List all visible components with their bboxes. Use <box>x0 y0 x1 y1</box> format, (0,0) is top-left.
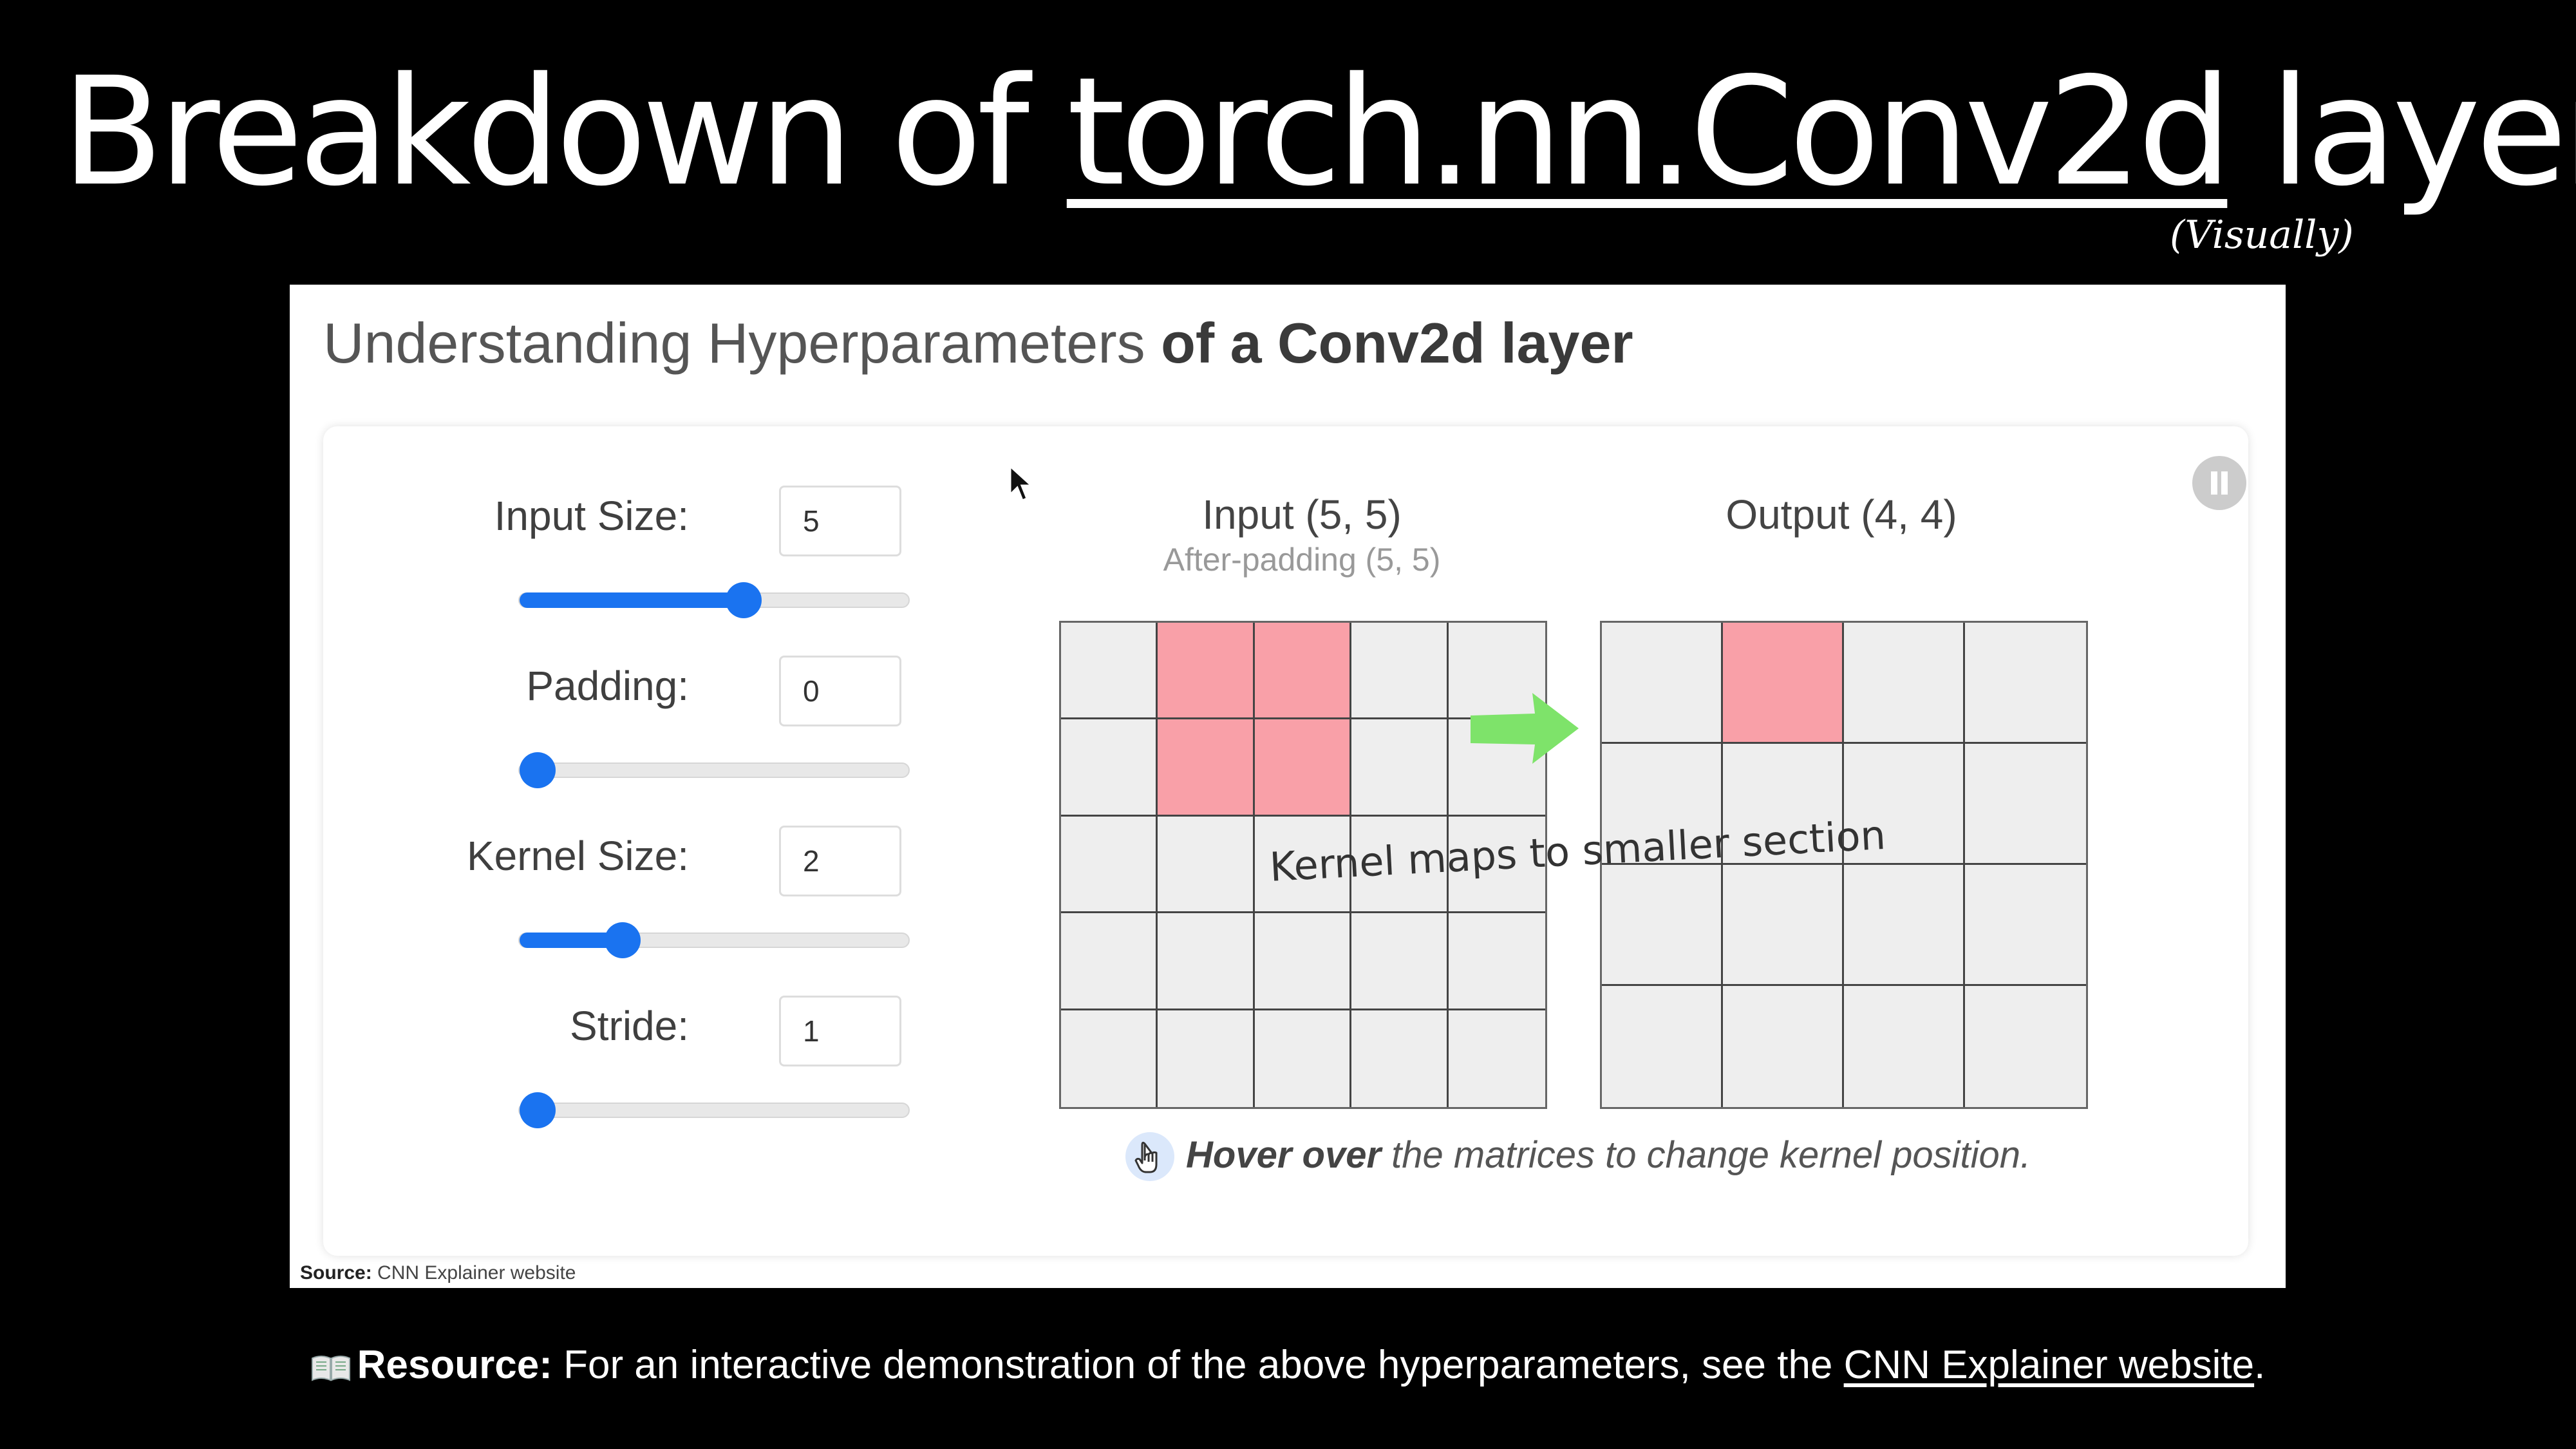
input-matrix-cell[interactable] <box>1158 1010 1255 1107</box>
title-prefix: Breakdown of <box>61 45 1067 219</box>
input-matrix-cell[interactable] <box>1254 913 1352 1010</box>
resource-label: Resource: <box>357 1343 552 1387</box>
mouse-pointer-icon <box>1009 465 1034 502</box>
padding-slider-thumb[interactable] <box>520 752 556 788</box>
input-matrix-cell[interactable] <box>1061 913 1158 1010</box>
input-matrix-cell[interactable] <box>1158 816 1255 914</box>
input-matrix-cell[interactable] <box>1158 913 1255 1010</box>
hover-hint: Hover over the matrices to change kernel… <box>1186 1133 2031 1177</box>
input-matrix-title: Input (5, 5) <box>1202 491 1402 538</box>
input-matrix-cell[interactable] <box>1061 1010 1158 1107</box>
input-matrix-cell[interactable] <box>1351 719 1449 817</box>
kernel-size-input[interactable]: 2 <box>779 826 901 896</box>
title-code: torch.nn.Conv2d <box>1066 45 2232 219</box>
output-matrix-cell[interactable] <box>1965 744 2086 865</box>
output-matrix-cell[interactable] <box>1723 986 1844 1107</box>
input-matrix-cell[interactable] <box>1061 623 1158 720</box>
title-suffix: layer <box>2270 45 2576 219</box>
hand-pointer-icon <box>1125 1132 1174 1181</box>
kernel-size-slider[interactable] <box>518 922 910 958</box>
heading-bold: of a Conv2d layer <box>1161 311 1633 375</box>
hint-rest: the matrices to change kernel position. <box>1381 1134 2031 1176</box>
input-matrix-cell[interactable] <box>1061 719 1158 817</box>
hyperparameter-panel: Input Size: 5 Padding: 0 Kernel Size: 2 Stride… <box>323 426 2248 1256</box>
padding-input[interactable]: 0 <box>779 656 901 726</box>
padding-label: Padding: <box>526 663 689 709</box>
input-matrix-subtitle: After-padding (5, 5) <box>1163 542 1441 578</box>
output-matrix-cell[interactable] <box>1723 623 1844 744</box>
output-matrix-cell[interactable] <box>1844 986 1965 1107</box>
input-matrix-cell[interactable] <box>1351 1010 1449 1107</box>
source-text: CNN Explainer website <box>371 1262 576 1283</box>
source-bold: Source: <box>300 1262 372 1283</box>
output-matrix-cell[interactable] <box>1965 986 2086 1107</box>
slide-title: Breakdown of torch.nn.Conv2d layer <box>61 45 2576 219</box>
output-matrix-cell[interactable] <box>1602 865 1723 986</box>
output-matrix-cell[interactable] <box>1602 986 1723 1107</box>
kernel-size-slider-thumb[interactable] <box>605 922 641 958</box>
source-caption: Source: CNN Explainer website <box>300 1262 576 1284</box>
stride-slider[interactable] <box>518 1092 910 1128</box>
input-matrix-cell[interactable] <box>1158 623 1255 720</box>
input-matrix-cell[interactable] <box>1351 623 1449 720</box>
stride-slider-thumb[interactable] <box>520 1092 556 1128</box>
input-size-label: Input Size: <box>494 493 689 539</box>
resource-text: For an interactive demonstration of the … <box>552 1343 1844 1387</box>
pause-button[interactable] <box>2192 456 2246 510</box>
heading-light: Understanding Hyperparameters <box>323 311 1161 375</box>
screenshot-heading: Understanding Hyperparameters of a Conv2… <box>323 310 1633 376</box>
input-size-slider[interactable] <box>518 582 910 618</box>
output-matrix-cell[interactable] <box>1844 865 1965 986</box>
input-matrix-cell[interactable] <box>1254 719 1352 817</box>
input-matrix-cell[interactable] <box>1448 1010 1545 1107</box>
input-matrix-cell[interactable] <box>1061 816 1158 914</box>
output-matrix-cell[interactable] <box>1965 623 2086 744</box>
output-matrix-cell[interactable] <box>1602 623 1723 744</box>
slide-subtitle: (Visually) <box>2170 213 2354 258</box>
output-matrix-cell[interactable] <box>1723 865 1844 986</box>
output-matrix-title: Output (4, 4) <box>1725 491 1957 538</box>
green-arrow-icon <box>1471 693 1579 764</box>
input-matrix-cell[interactable] <box>1254 623 1352 720</box>
output-matrix-cell[interactable] <box>1844 623 1965 744</box>
cnn-explainer-link[interactable]: CNN Explainer website <box>1844 1343 2254 1387</box>
resource-end: . <box>2254 1343 2266 1387</box>
input-matrix-cell[interactable] <box>1254 1010 1352 1107</box>
input-size-input[interactable]: 5 <box>779 486 901 556</box>
input-matrix-cell[interactable] <box>1351 913 1449 1010</box>
input-matrix-cell[interactable] <box>1448 913 1545 1010</box>
input-size-slider-fill <box>520 592 744 608</box>
padding-slider[interactable] <box>518 752 910 788</box>
cnn-explainer-screenshot: Understanding Hyperparameters of a Conv2… <box>290 285 2286 1288</box>
input-size-slider-thumb[interactable] <box>726 582 762 618</box>
kernel-size-label: Kernel Size: <box>466 833 689 879</box>
stride-input[interactable]: 1 <box>779 996 901 1066</box>
book-icon <box>311 1355 350 1381</box>
stride-label: Stride: <box>570 1003 689 1049</box>
input-matrix-cell[interactable] <box>1158 719 1255 817</box>
resource-line: Resource: For an interactive demonstrati… <box>0 1342 2576 1388</box>
hint-bold: Hover over <box>1186 1134 1382 1176</box>
output-matrix-cell[interactable] <box>1965 865 2086 986</box>
